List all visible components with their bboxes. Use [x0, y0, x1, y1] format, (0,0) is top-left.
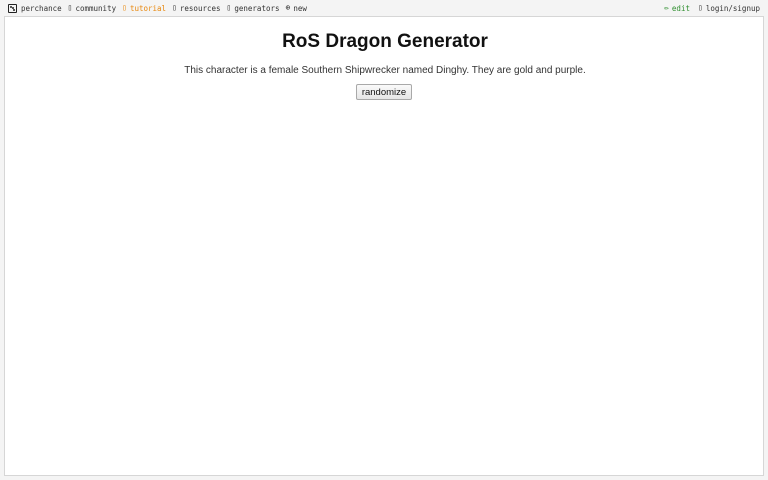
nav-generators[interactable]: ▯ generators: [227, 4, 280, 13]
page-title: RoS Dragon Generator: [282, 31, 488, 52]
top-nav-bar: perchance ▯ community ▯ tutorial ▯ resou…: [0, 0, 768, 16]
nav-community-label: community: [75, 3, 117, 13]
user-icon: ▯: [697, 3, 703, 12]
nav-tutorial[interactable]: ▯ tutorial: [122, 4, 166, 13]
community-icon: ▯: [67, 3, 73, 12]
nav-resources[interactable]: ▯ resources: [172, 4, 220, 13]
main-panel: RoS Dragon Generator This character is a…: [4, 16, 764, 476]
pencil-icon: ✏: [664, 3, 669, 12]
resources-icon: ▯: [172, 3, 177, 12]
nav-new-label: new: [293, 3, 307, 13]
nav-edit[interactable]: ✏ edit: [664, 4, 690, 13]
nav-left: perchance ▯ community ▯ tutorial ▯ resou…: [8, 3, 313, 13]
nav-perchance-label: perchance: [21, 3, 62, 13]
nav-new[interactable]: ⊕ new: [286, 4, 307, 13]
nav-right: ✏ edit ▯ login/signup: [656, 4, 760, 13]
dice-icon: [8, 3, 17, 13]
generators-icon: ▯: [226, 3, 232, 12]
plus-circle-icon: ⊕: [285, 3, 291, 12]
nav-community[interactable]: ▯ community: [68, 4, 116, 13]
nav-resources-label: resources: [179, 3, 221, 13]
nav-login-label: login/signup: [705, 3, 760, 13]
nav-tutorial-label: tutorial: [129, 3, 167, 13]
generated-description: This character is a female Southern Ship…: [184, 65, 586, 76]
randomize-button[interactable]: randomize: [356, 84, 412, 100]
nav-generators-label: generators: [234, 3, 280, 13]
tutorial-icon: ▯: [122, 3, 127, 12]
nav-edit-label: edit: [671, 3, 690, 13]
nav-login-signup[interactable]: ▯ login/signup: [698, 4, 760, 13]
nav-perchance[interactable]: perchance: [8, 3, 62, 13]
